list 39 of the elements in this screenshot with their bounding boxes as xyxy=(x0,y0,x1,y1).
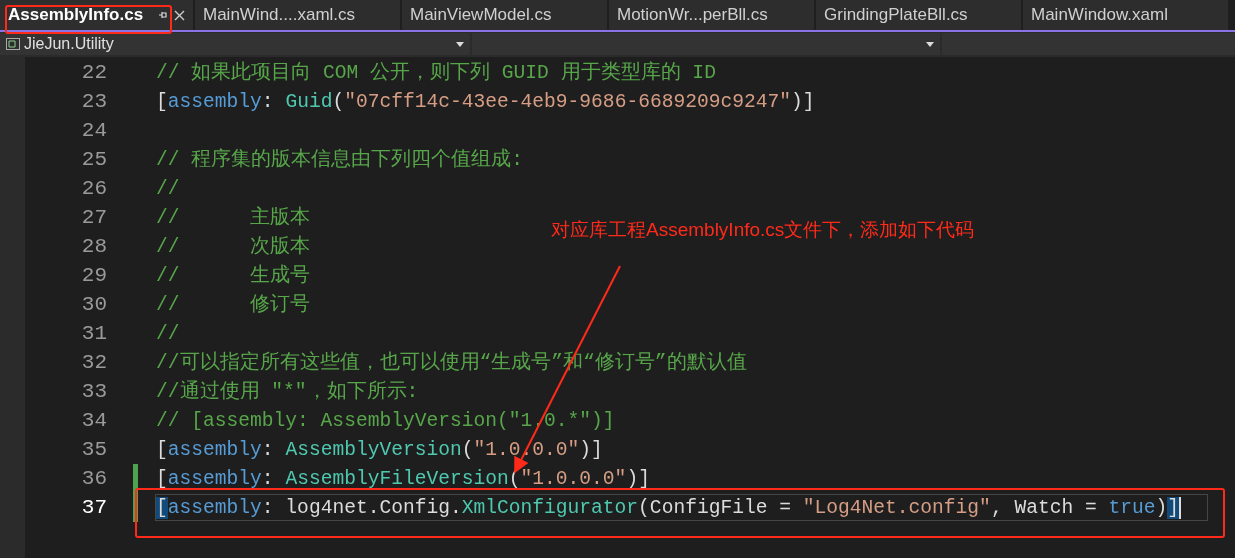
line-number: 30 xyxy=(80,293,107,316)
line-number: 32 xyxy=(80,351,107,374)
code-line: // xyxy=(155,322,181,347)
line-number: 22 xyxy=(80,61,107,84)
line-number: 29 xyxy=(80,264,107,287)
code-line: //通过使用 "*"，如下所示: xyxy=(155,379,420,405)
line-number: 35 xyxy=(80,438,107,461)
line-number: 34 xyxy=(80,409,107,432)
file-tab[interactable]: MainViewModel.cs xyxy=(402,0,607,30)
csharp-file-icon xyxy=(6,38,20,50)
line-number: 28 xyxy=(80,235,107,258)
caret-icon[interactable] xyxy=(456,41,464,47)
file-tab[interactable]: MainWindow.xaml xyxy=(1023,0,1228,30)
line-number: 31 xyxy=(80,322,107,345)
file-tab[interactable]: MainWind....xaml.cs xyxy=(195,0,400,30)
line-number: 25 xyxy=(80,148,107,171)
code-line: // 程序集的版本信息由下列四个值组成: xyxy=(155,147,525,173)
line-number: 37 xyxy=(80,496,107,519)
line-number: 23 xyxy=(80,90,107,113)
annotation-note: 对应库工程AssemblyInfo.cs文件下，添加如下代码 xyxy=(551,218,975,242)
code-line: // 如果此项目向 COM 公开，则下列 GUID 用于类型库的 ID xyxy=(155,60,717,86)
code-line: // 次版本 xyxy=(155,234,312,260)
line-number: 33 xyxy=(80,380,107,403)
code-line: // xyxy=(155,177,181,202)
line-number: 27 xyxy=(80,206,107,229)
code-line: // 主版本 xyxy=(155,205,312,231)
project-dropdown[interactable]: JieJun.Utility xyxy=(0,33,470,55)
close-icon[interactable] xyxy=(174,9,185,21)
code-line: // 生成号 xyxy=(155,263,312,289)
caret-icon[interactable] xyxy=(926,41,934,47)
file-tab[interactable]: MotionWr...perBll.cs xyxy=(609,0,814,30)
code-line: [assembly: Guid("07cff14c-43ee-4eb9-9686-6689209c9247")] xyxy=(155,90,816,115)
file-tab[interactable]: GrindingPlateBll.cs xyxy=(816,0,1021,30)
pin-icon[interactable] xyxy=(158,10,168,20)
line-number: 24 xyxy=(80,119,107,142)
line-number: 26 xyxy=(80,177,107,200)
line-number: 36 xyxy=(80,467,107,490)
code-line: // 修订号 xyxy=(155,293,312,318)
file-tab[interactable]: AssemblyInfo.cs xyxy=(0,0,193,30)
